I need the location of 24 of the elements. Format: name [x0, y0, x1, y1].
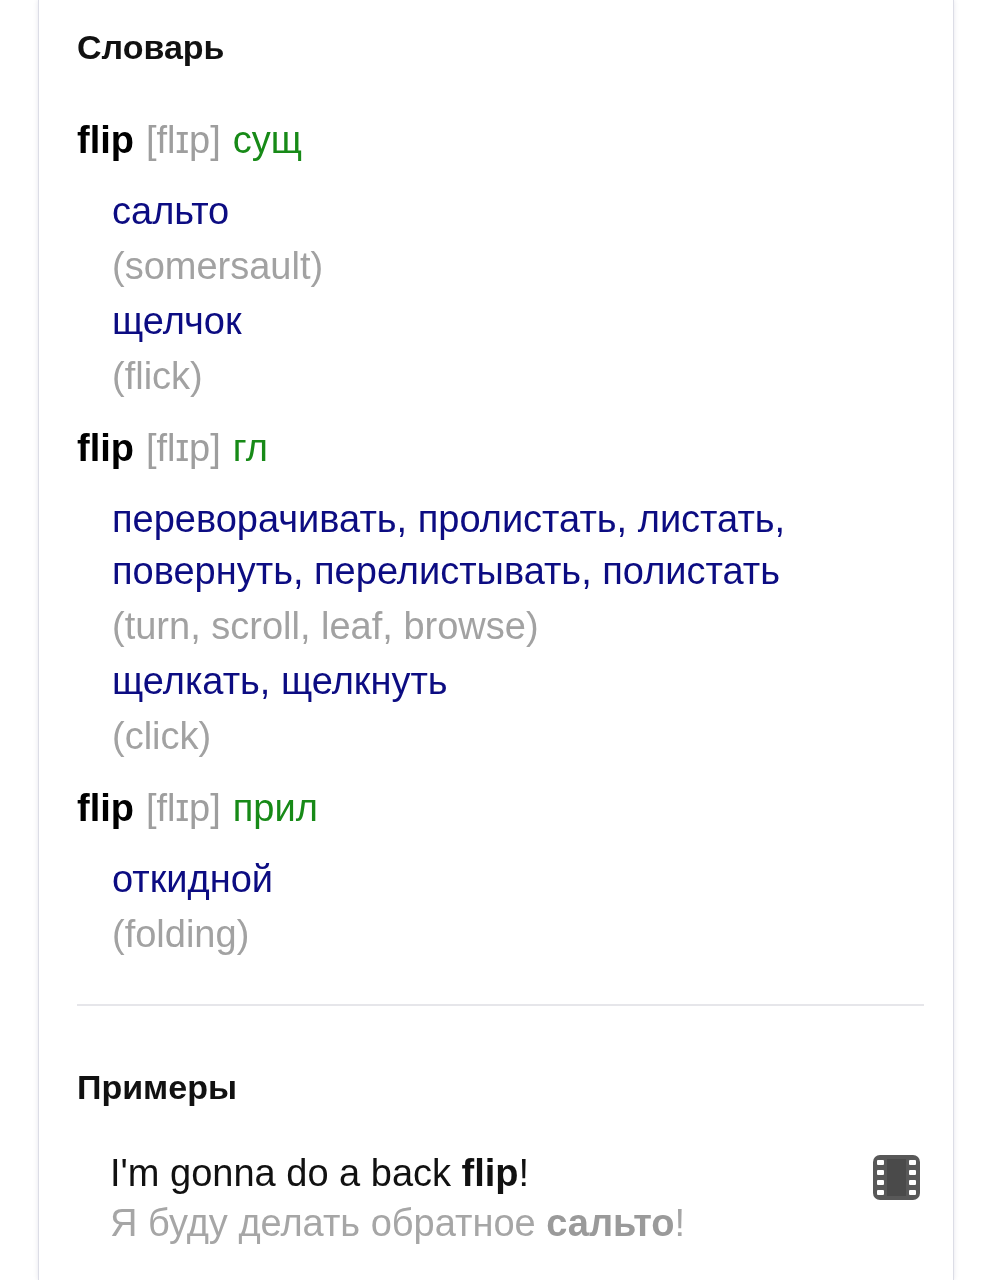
example-sentence: I'm gonna do a back flip! [110, 1151, 531, 1196]
transcription: [flɪp] [146, 786, 221, 831]
back-translation: (click) [112, 714, 213, 759]
headword: flip [77, 426, 134, 471]
translation-link[interactable]: щелкать, щелкнуть [112, 655, 924, 707]
translation-link[interactable]: откидной [112, 853, 924, 905]
section-title: Словарь [77, 27, 226, 68]
transcription: [flɪp] [146, 426, 221, 471]
example-translation: Я буду делать обратное сальто! [110, 1201, 686, 1246]
back-translation: (folding) [112, 912, 251, 957]
headword: flip [77, 118, 134, 163]
translation-link[interactable]: щелчок [112, 295, 924, 347]
back-translation: (flick) [112, 354, 204, 399]
translation-link[interactable]: сальто [112, 185, 924, 237]
part-of-speech: сущ [232, 118, 303, 163]
back-translation: (turn, scroll, leaf, browse) [112, 604, 540, 649]
headword: flip [77, 786, 134, 831]
section-title: Примеры [77, 1067, 238, 1108]
film-icon[interactable] [873, 1155, 920, 1200]
part-of-speech: прил [232, 786, 318, 831]
part-of-speech: гл [232, 426, 268, 471]
back-translation: (somersault) [112, 244, 325, 289]
transcription: [flɪp] [146, 118, 221, 163]
translation-link[interactable]: переворачивать, пролистать, листать, повернуть, перелистывать, полистать [112, 493, 924, 597]
